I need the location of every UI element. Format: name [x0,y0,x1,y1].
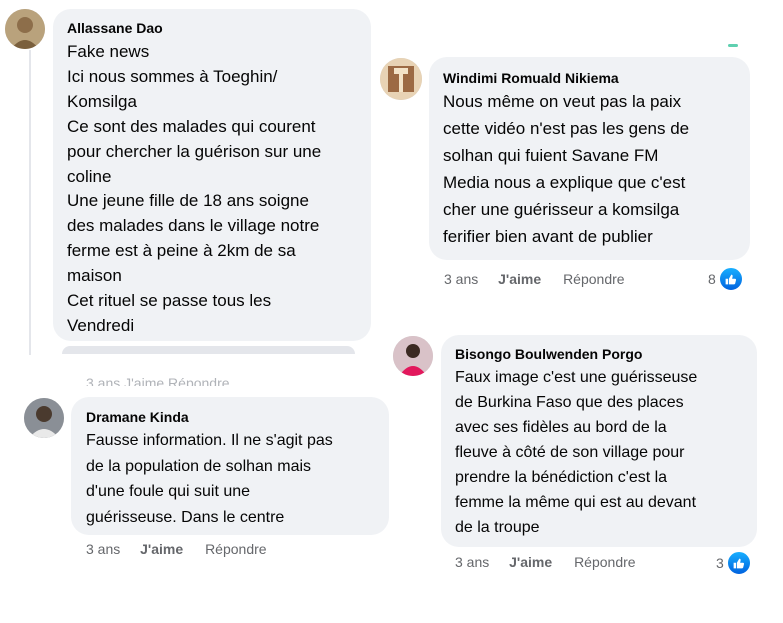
comment-actions: 3 ans J'aime Répondre [444,271,625,287]
like-thumb-icon [725,550,752,576]
reply-button[interactable]: Répondre [205,541,267,557]
like-button[interactable]: J'aime [509,554,552,570]
reaction-count: 8 [708,271,716,287]
comment-text: Faux image c'est une guérisseuse de Burk… [455,369,698,536]
timestamp[interactable]: 3 ans [444,271,478,287]
like-thumb-icon [717,266,744,292]
comment-actions-partial: 3 ans J'aime Répondre [86,375,230,386]
timestamp[interactable]: 3 ans [86,541,120,557]
reaction-summary[interactable]: 8 [708,266,744,292]
comment-author[interactable]: Dramane Kinda [86,408,374,426]
comment-author[interactable]: Windimi Romuald Nikiema [443,69,736,87]
comment-bubble: Allassane Dao Fake news Ici nous sommes … [53,9,371,341]
reply-button[interactable]: Répondre [574,554,636,570]
comment-text: Fausse information. Il ne s'agit pas de … [86,432,333,526]
comment-bubble: Bisongo Boulwenden Porgo Faux image c'es… [441,335,757,547]
comment-author[interactable]: Bisongo Boulwenden Porgo [455,345,743,363]
reaction-summary[interactable]: 3 [716,550,752,576]
avatar[interactable] [5,9,45,49]
comment-bubble: Dramane Kinda Fausse information. Il ne … [71,397,389,535]
comment-text: Nous même on veut pas la paix cette vidé… [443,92,690,246]
comment-bubble: Windimi Romuald Nikiema Nous même on veu… [429,57,750,260]
reaction-count: 3 [716,555,724,571]
avatar[interactable] [393,336,433,376]
like-button[interactable]: J'aime [140,541,183,557]
timestamp[interactable]: 3 ans [455,554,489,570]
notification-dot [728,44,738,47]
reply-button[interactable]: Répondre [563,271,625,287]
like-button[interactable]: J'aime [498,271,541,287]
avatar[interactable] [380,58,422,100]
comment-actions: 3 ans J'aime Répondre [455,554,636,570]
avatar[interactable] [24,398,64,438]
comment-actions: 3 ans J'aime Répondre [86,541,267,557]
attachment-preview[interactable] [62,346,355,354]
comment-text: Fake news Ici nous sommes à Toeghin/ Kom… [67,42,322,335]
comment-author[interactable]: Allassane Dao [67,19,357,37]
thread-line [29,50,31,355]
